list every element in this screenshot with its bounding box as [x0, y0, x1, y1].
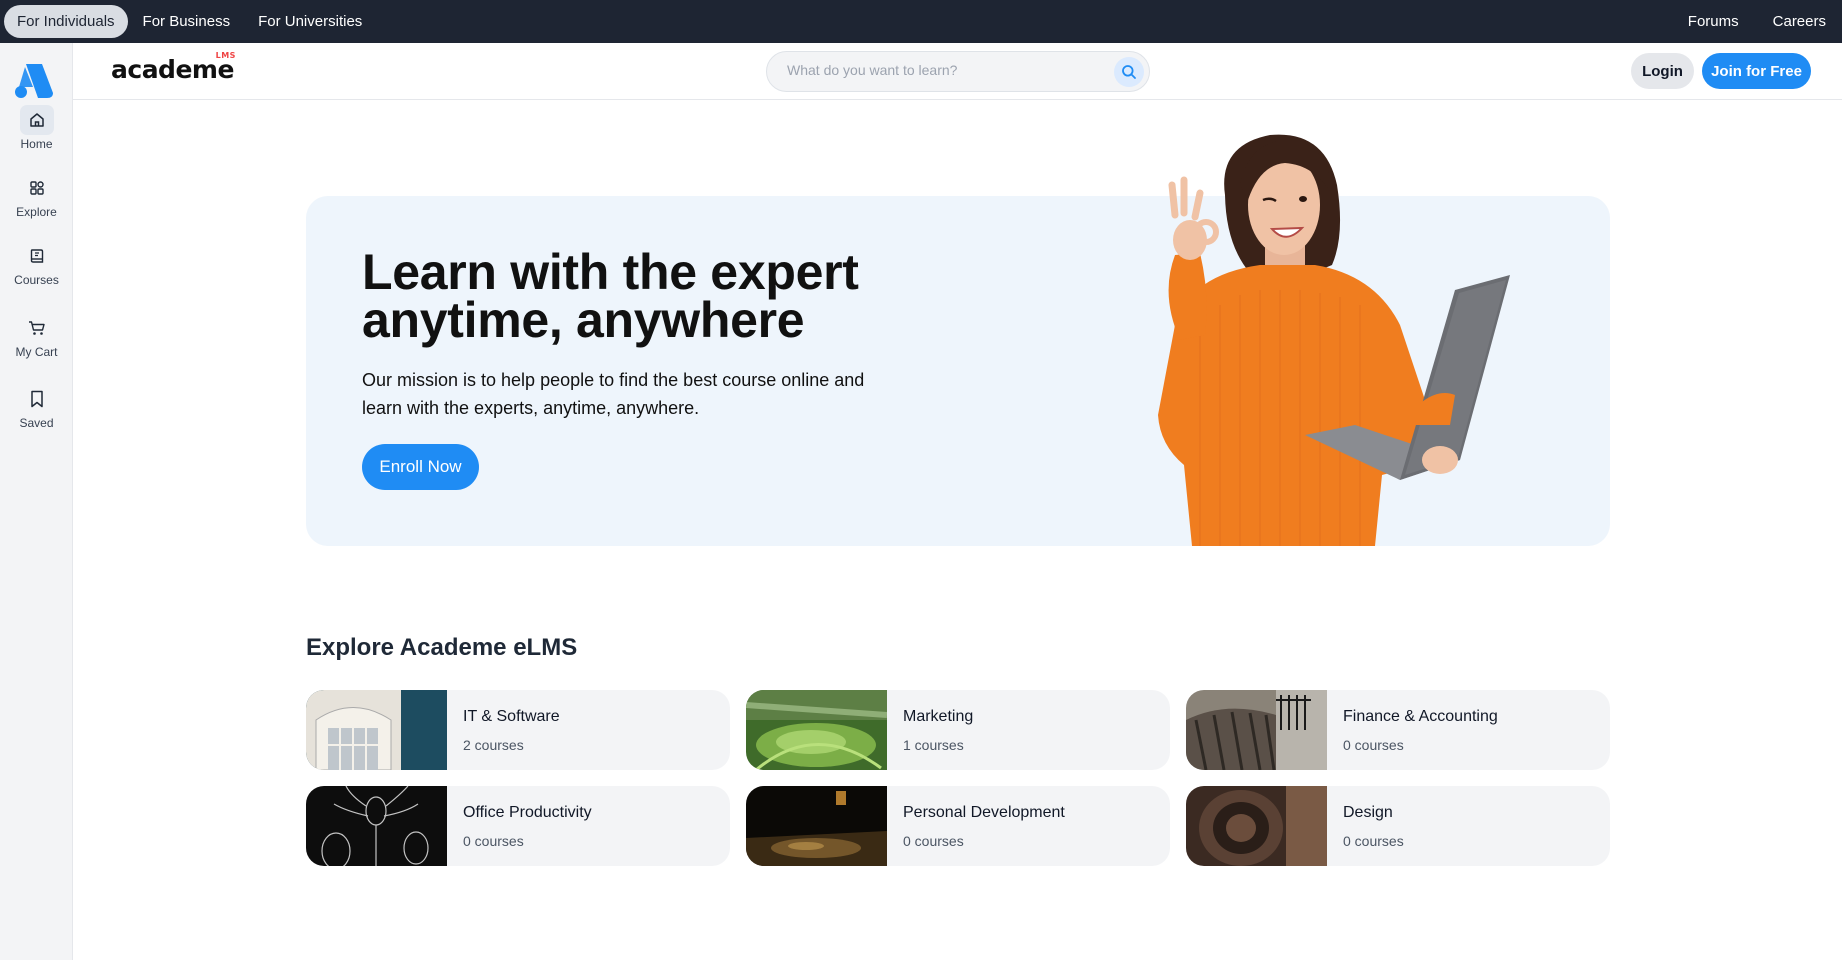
category-thumbnail — [306, 786, 447, 866]
join-free-button[interactable]: Join for Free — [1702, 53, 1811, 89]
category-name: Office Productivity — [463, 804, 592, 821]
brand-logo[interactable]: academe LMS — [111, 51, 235, 84]
search-input[interactable] — [787, 62, 1087, 78]
sidebar-item-home[interactable]: Home — [0, 105, 73, 151]
sidebar-label-courses: Courses — [14, 273, 59, 287]
category-thumbnail — [306, 690, 447, 770]
app-logo-icon[interactable] — [12, 60, 54, 100]
segment-individuals[interactable]: For Individuals — [4, 5, 128, 38]
search-button[interactable] — [1114, 57, 1144, 87]
category-count: 0 courses — [903, 833, 964, 849]
hero-subtitle: Our mission is to help people to find th… — [362, 370, 865, 418]
category-count: 2 courses — [463, 737, 524, 753]
category-card-marketing[interactable]: Marketing 1 courses — [746, 690, 1170, 770]
search-icon — [1122, 65, 1136, 79]
sidebar-label-cart: My Cart — [15, 345, 58, 359]
forums-link[interactable]: Forums — [1676, 5, 1751, 38]
cart-icon — [20, 313, 54, 343]
sidebar-label-explore: Explore — [16, 205, 57, 219]
book-icon — [20, 241, 54, 271]
explore-section-title: Explore Academe eLMS — [306, 634, 578, 661]
category-card-finance-accounting[interactable]: Finance & Accounting 0 courses — [1186, 690, 1610, 770]
search-box — [766, 51, 1150, 92]
category-thumbnail — [1186, 690, 1327, 770]
enroll-now-button[interactable]: Enroll Now — [362, 444, 479, 490]
header: academe LMS Login Join for Free — [73, 43, 1842, 100]
top-links: Forums Careers — [1666, 5, 1838, 38]
brand-lms-tag: LMS — [215, 51, 236, 60]
category-card-it-software[interactable]: IT & Software 2 courses — [306, 690, 730, 770]
sidebar-item-cart[interactable]: My Cart — [0, 313, 73, 359]
hero-woman-image — [1158, 134, 1510, 546]
segment-business[interactable]: For Business — [130, 5, 244, 38]
category-name: Marketing — [903, 708, 974, 725]
category-thumbnail — [746, 786, 887, 866]
sidebar-item-explore[interactable]: Explore — [0, 173, 73, 219]
category-name: IT & Software — [463, 708, 560, 725]
category-count: 0 courses — [1343, 737, 1404, 753]
sidebar: Home Explore Courses My Cart Saved — [0, 43, 73, 960]
category-count: 1 courses — [903, 737, 964, 753]
category-name: Finance & Accounting — [1343, 708, 1498, 725]
careers-link[interactable]: Careers — [1761, 5, 1838, 38]
category-thumbnail — [1186, 786, 1327, 866]
segment-universities[interactable]: For Universities — [245, 5, 375, 38]
sidebar-item-courses[interactable]: Courses — [0, 241, 73, 287]
hero-title: Learn with the expert anytime, anywhere — [362, 244, 859, 348]
category-count: 0 courses — [463, 833, 524, 849]
home-icon — [19, 105, 54, 135]
sidebar-label-saved: Saved — [19, 416, 54, 430]
category-card-office-productivity[interactable]: Office Productivity 0 courses — [306, 786, 730, 866]
grid-icon — [20, 173, 54, 203]
audience-bar: For Individuals For Business For Univers… — [0, 0, 1842, 43]
category-count: 0 courses — [1343, 833, 1404, 849]
bookmark-icon — [20, 384, 54, 414]
category-card-personal-development[interactable]: Personal Development 0 courses — [746, 786, 1170, 866]
category-thumbnail — [746, 690, 887, 770]
category-name: Personal Development — [903, 804, 1065, 821]
sidebar-label-home: Home — [20, 137, 53, 151]
category-card-design[interactable]: Design 0 courses — [1186, 786, 1610, 866]
category-name: Design — [1343, 804, 1393, 821]
login-button[interactable]: Login — [1631, 53, 1694, 89]
sidebar-item-saved[interactable]: Saved — [0, 384, 73, 430]
